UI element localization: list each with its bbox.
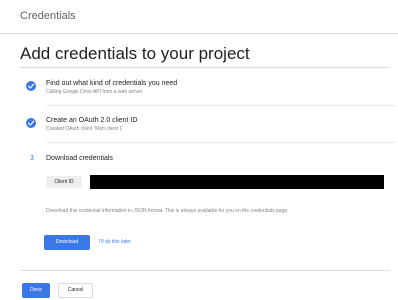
step-1[interactable]: Find out what kind of credentials you ne… <box>26 80 396 110</box>
done-button[interactable]: Done <box>22 283 50 298</box>
client-id-value-redacted <box>90 175 384 189</box>
header-bar: Credentials <box>0 0 398 34</box>
step-2-title: Create an OAuth 2.0 client ID <box>46 117 138 124</box>
download-note: Download this credential information in … <box>46 208 289 214</box>
step-2-subtitle: Created OAuth client 'Web client 1' <box>46 126 124 132</box>
header-title: Credentials <box>20 10 76 22</box>
step-3-title: Download credentials <box>46 155 113 162</box>
credentials-page: Credentials Add credentials to your proj… <box>0 0 398 300</box>
title-divider <box>20 67 390 68</box>
step-2[interactable]: Create an OAuth 2.0 client ID Created OA… <box>26 117 396 147</box>
check-circle-icon <box>26 118 36 128</box>
download-button[interactable]: Download <box>44 235 90 250</box>
step-1-divider <box>46 105 396 106</box>
checkmark-glyph <box>27 120 35 126</box>
page-title: Add credentials to your project <box>20 44 250 63</box>
client-id-label: Client ID <box>46 176 82 188</box>
step-3-number: 3 <box>30 155 34 162</box>
checkmark-glyph <box>27 83 35 89</box>
step-3: 3 Download credentials <box>26 155 376 169</box>
footer-divider <box>20 270 390 271</box>
step-1-subtitle: Calling Google Drive API from a web serv… <box>46 89 143 95</box>
cancel-button[interactable]: Cancel <box>58 283 93 298</box>
step-1-title: Find out what kind of credentials you ne… <box>46 80 178 87</box>
check-circle-icon <box>26 81 36 91</box>
do-this-later-link[interactable]: I'll do this later <box>99 239 131 245</box>
step-2-divider <box>46 142 396 143</box>
